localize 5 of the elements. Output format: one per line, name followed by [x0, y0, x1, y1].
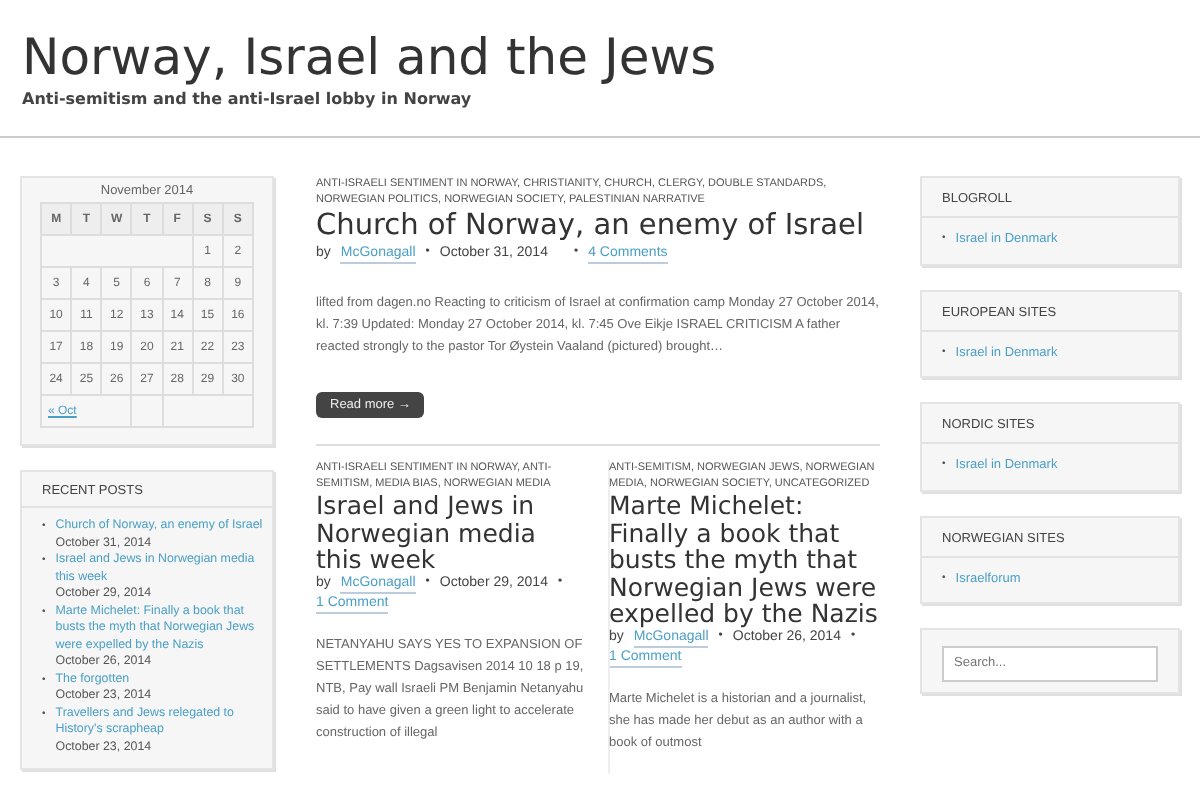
site-tagline: Anti-semitism and the anti-Israel lobby in Norway	[22, 90, 474, 108]
post-title[interactable]: Marte Michelet: Finally a book that busts the myth that Norwegian Jews were expelled by the Nazis	[609, 492, 880, 627]
post-title[interactable]: Israel and Jews in Norwegian media this week	[316, 492, 587, 573]
site-title[interactable]: Norway, Israel and the Jews	[22, 28, 1178, 88]
post-title[interactable]: Church of Norway, an enemy of Israel	[316, 208, 880, 244]
